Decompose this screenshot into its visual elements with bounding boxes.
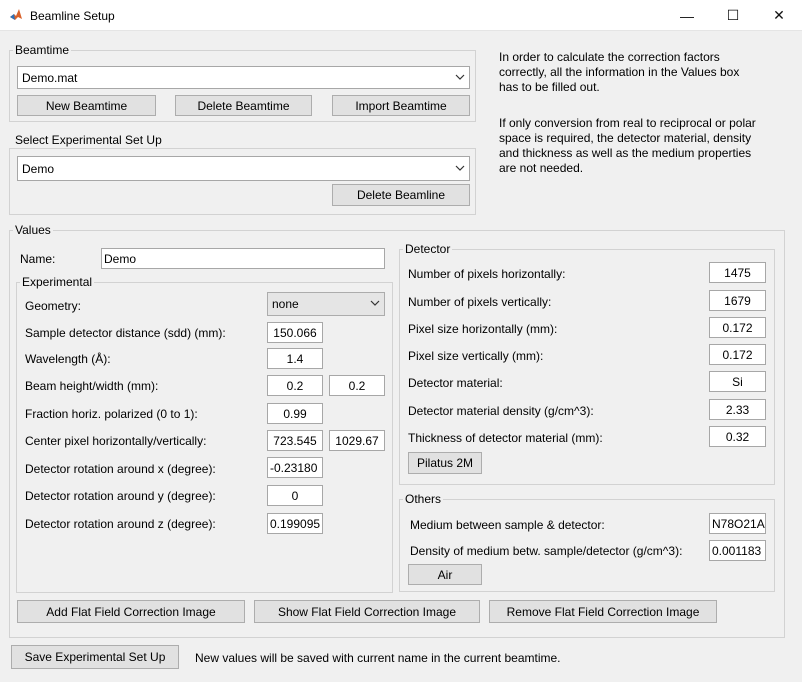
detector-material-label: Detector material: [408,376,503,390]
sdd-field[interactable]: 150.066 [267,322,323,343]
detector-density-field[interactable]: 2.33 [709,399,766,420]
rotation-x-field[interactable]: -0.23180 [267,457,323,478]
minimize-icon: — [680,7,694,24]
medium-density-field[interactable]: 0.001183 [709,540,766,561]
info-line: space is required, the detector material… [499,131,752,145]
minimize-button[interactable]: — [664,0,710,31]
info-paragraph-1: In order to calculate the correction fac… [499,50,794,95]
beam-size-label: Beam height/width (mm): [25,379,159,393]
fraction-polarized-field[interactable]: 0.99 [267,403,323,424]
experimental-legend: Experimental [20,275,95,289]
pixels-vertical-field[interactable]: 1679 [709,290,766,311]
detector-legend: Detector [403,242,453,256]
medium-label: Medium between sample & detector: [410,518,605,532]
show-flat-field-button[interactable]: Show Flat Field Correction Image [254,600,480,623]
rotation-x-label: Detector rotation around x (degree): [25,462,216,476]
pixel-size-horizontal-field[interactable]: 0.172 [709,317,766,338]
chevron-down-icon [455,74,465,80]
beamtime-legend: Beamtime [13,43,72,57]
save-setup-button[interactable]: Save Experimental Set Up [11,645,179,669]
maximize-icon: ☐ [726,7,740,23]
detector-thickness-field[interactable]: 0.32 [709,426,766,447]
medium-field[interactable]: N78O21A [709,513,766,534]
maximize-button[interactable]: ☐ [710,0,756,31]
beamtime-select[interactable]: Demo.mat [17,66,470,89]
window-title: Beamline Setup [30,9,115,23]
delete-beamline-button[interactable]: Delete Beamline [332,184,470,206]
pixel-size-horizontal-label: Pixel size horizontally (mm): [408,322,558,336]
chevron-down-icon [455,165,465,171]
beam-width-field[interactable]: 0.2 [329,375,385,396]
status-text: New values will be saved with current na… [195,651,561,665]
geometry-select[interactable]: none [267,292,385,316]
info-line: In order to calculate the correction fac… [499,50,720,64]
matlab-logo-icon [10,9,22,20]
wavelength-field[interactable]: 1.4 [267,348,323,369]
import-beamtime-button[interactable]: Import Beamtime [332,95,470,116]
close-icon: ✕ [773,7,785,23]
close-button[interactable]: ✕ [756,0,802,31]
rotation-y-field[interactable]: 0 [267,485,323,506]
info-line: are not needed. [499,161,584,175]
beamtime-select-value: Demo.mat [22,70,78,85]
add-flat-field-button[interactable]: Add Flat Field Correction Image [17,600,245,623]
detector-density-label: Detector material density (g/cm^3): [408,404,594,418]
detector-thickness-label: Thickness of detector material (mm): [408,431,603,445]
chevron-down-icon [370,300,380,306]
air-button[interactable]: Air [408,564,482,585]
info-line: and thickness as well as the medium prop… [499,146,752,160]
pixel-size-vertical-field[interactable]: 0.172 [709,344,766,365]
geometry-label: Geometry: [25,299,82,313]
info-line: If only conversion from real to reciproc… [499,116,756,130]
medium-density-label: Density of medium betw. sample/detector … [410,544,683,558]
rotation-z-label: Detector rotation around z (degree): [25,517,216,531]
name-label: Name: [20,252,56,266]
pixel-size-vertical-label: Pixel size vertically (mm): [408,349,544,363]
center-pixel-h-field[interactable]: 723.545 [267,430,323,451]
remove-flat-field-button[interactable]: Remove Flat Field Correction Image [489,600,717,623]
center-pixel-v-field[interactable]: 1029.67 [329,430,385,451]
beam-height-field[interactable]: 0.2 [267,375,323,396]
title-bar: Beamline Setup — ☐ ✕ [0,0,802,31]
new-beamtime-button[interactable]: New Beamtime [17,95,156,116]
info-line: has to be filled out. [499,80,600,94]
setup-select-value: Demo [22,161,55,176]
detector-panel [399,249,775,485]
pilatus-2m-button[interactable]: Pilatus 2M [408,452,482,474]
pixels-vertical-label: Number of pixels vertically: [408,295,552,309]
geometry-select-value: none [272,297,299,311]
setup-legend: Select Experimental Set Up [13,133,164,147]
fraction-polarized-label: Fraction horiz. polarized (0 to 1): [25,407,198,421]
center-pixel-label: Center pixel horizontally/vertically: [25,434,207,448]
pixels-horizontal-field[interactable]: 1475 [709,262,766,283]
name-field[interactable]: Demo [101,248,385,269]
rotation-z-field[interactable]: 0.199095 [267,513,323,534]
info-paragraph-2: If only conversion from real to reciproc… [499,116,794,176]
delete-beamtime-button[interactable]: Delete Beamtime [175,95,312,116]
values-legend: Values [13,223,53,237]
setup-select[interactable]: Demo [17,156,470,181]
info-line: correctly, all the information in the Va… [499,65,740,79]
wavelength-label: Wavelength (Å): [25,352,111,366]
others-legend: Others [403,492,444,506]
rotation-y-label: Detector rotation around y (degree): [25,489,216,503]
pixels-horizontal-label: Number of pixels horizontally: [408,267,566,281]
detector-material-field[interactable]: Si [709,371,766,392]
sdd-label: Sample detector distance (sdd) (mm): [25,326,226,340]
